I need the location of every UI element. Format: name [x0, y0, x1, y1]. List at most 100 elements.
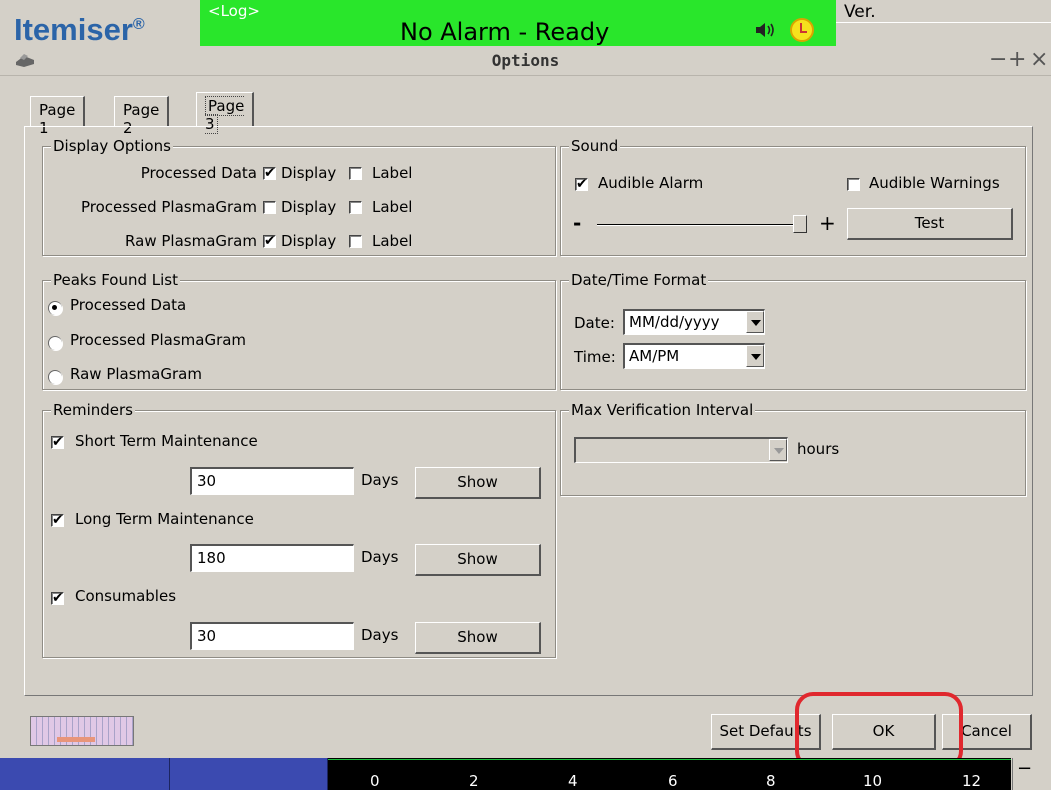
show-consumables-button[interactable]: Show — [415, 622, 541, 654]
time-label: Time: — [574, 348, 616, 366]
options-page: Display Options Processed Data Display L… — [24, 126, 1033, 696]
label-label[interactable]: Label — [372, 164, 412, 182]
show-short-term-button[interactable]: Show — [415, 467, 541, 499]
consumables-days-field[interactable]: 30 — [190, 622, 354, 650]
volume-slider-track[interactable] — [597, 224, 807, 226]
display-label[interactable]: Display — [281, 164, 336, 182]
volume-plus-label: + — [819, 211, 836, 235]
display-label[interactable]: Display — [281, 232, 336, 250]
peaks-processed-data-label[interactable]: Processed Data — [70, 296, 186, 314]
tick-label: 12 — [962, 772, 982, 790]
tick-label: 10 — [863, 772, 883, 790]
group-title: Max Verification Interval — [569, 401, 756, 419]
short-term-maintenance-checkbox[interactable] — [51, 433, 64, 451]
alarm-status-text: No Alarm - Ready — [400, 18, 610, 46]
group-title: Sound — [569, 137, 621, 155]
show-long-term-button[interactable]: Show — [415, 544, 541, 576]
consumables-label[interactable]: Consumables — [75, 587, 176, 605]
date-format-select[interactable]: MM/dd/yyyy — [623, 309, 765, 335]
graph-trace — [328, 759, 1011, 760]
display-raw-plasmagram-checkbox[interactable] — [263, 232, 276, 250]
short-term-days-field[interactable]: 30 — [190, 467, 354, 495]
long-term-maintenance-checkbox[interactable] — [51, 511, 64, 529]
tick-label: 6 — [668, 772, 678, 790]
audible-alarm-label[interactable]: Audible Alarm — [598, 174, 703, 192]
version-label: Ver. — [844, 2, 876, 22]
tick-label: 8 — [766, 772, 776, 790]
days-label: Days — [361, 471, 399, 489]
tab-page-1[interactable]: Page 1 — [30, 96, 86, 137]
version-panel: Ver. — [836, 0, 1051, 46]
chevron-down-icon[interactable] — [769, 439, 787, 461]
dialog-titlebar[interactable]: Options − + × — [0, 46, 1051, 76]
tick-label: 2 — [469, 772, 479, 790]
tab-page-2[interactable]: Page 2 — [114, 96, 170, 137]
group-title: Reminders — [51, 401, 135, 419]
row-label-raw-plasmagram: Raw PlasmaGram — [125, 232, 257, 250]
speaker-icon[interactable] — [755, 22, 777, 38]
peaks-raw-plasmagram-label[interactable]: Raw PlasmaGram — [70, 365, 202, 383]
hours-label: hours — [797, 440, 840, 458]
plasmagram-graph: 0 2 4 6 8 10 12 — [328, 758, 1011, 790]
label-label[interactable]: Label — [372, 198, 412, 216]
long-term-days-field[interactable]: 180 — [190, 544, 354, 572]
time-format-select[interactable]: AM/PM — [623, 343, 765, 369]
display-processed-data-checkbox[interactable] — [263, 164, 276, 182]
clock-icon[interactable] — [790, 18, 814, 42]
version-divider — [836, 22, 1051, 46]
chevron-down-icon[interactable] — [746, 345, 764, 367]
peaks-processed-plasmagram-label[interactable]: Processed PlasmaGram — [70, 331, 246, 349]
minimize-button[interactable]: − — [989, 47, 1007, 72]
close-button[interactable]: × — [1030, 47, 1048, 72]
short-term-maintenance-label[interactable]: Short Term Maintenance — [75, 432, 258, 450]
maximize-button[interactable]: + — [1008, 47, 1026, 72]
display-options-group: Display Options Processed Data Display L… — [42, 137, 556, 256]
brand-mark: ® — [132, 16, 145, 33]
dialog-title: Options — [491, 51, 560, 70]
verification-interval-group: Max Verification Interval hours — [560, 401, 1026, 496]
chevron-down-icon[interactable] — [746, 311, 764, 333]
log-tag[interactable]: <Log> — [208, 2, 260, 20]
verification-interval-select[interactable] — [574, 437, 788, 463]
zoom-out-button[interactable]: − — [1012, 758, 1036, 790]
keyboard-icon[interactable] — [30, 716, 134, 746]
group-title: Display Options — [51, 137, 173, 155]
audible-alarm-checkbox[interactable] — [575, 175, 588, 193]
row-label-processed-plasmagram: Processed PlasmaGram — [80, 198, 257, 216]
peaks-processed-plasmagram-radio[interactable] — [48, 336, 62, 350]
date-format-value: MM/dd/yyyy — [629, 313, 720, 331]
volume-minus-label: - — [573, 211, 582, 235]
audible-warnings-label[interactable]: Audible Warnings — [869, 174, 1000, 192]
brand-name: Itemiser — [14, 12, 133, 47]
audible-warnings-checkbox[interactable] — [847, 178, 860, 191]
tick-label: 4 — [568, 772, 578, 790]
label-label[interactable]: Label — [372, 232, 412, 250]
status-panel-left — [0, 758, 170, 790]
volume-slider-thumb[interactable] — [793, 215, 807, 233]
reminders-group: Reminders Short Term Maintenance 30 Days… — [42, 401, 556, 658]
peaks-found-group: Peaks Found List Processed Data Processe… — [42, 271, 556, 390]
label-raw-plasmagram-checkbox[interactable] — [349, 235, 362, 248]
days-label: Days — [361, 626, 399, 644]
alarm-status-bar[interactable]: <Log> No Alarm - Ready — [200, 0, 836, 46]
app-header: Itemiser® <Log> No Alarm - Ready Ver. — [0, 0, 1051, 47]
date-label: Date: — [574, 314, 615, 332]
peaks-raw-plasmagram-radio[interactable] — [48, 370, 62, 384]
tab-page-3[interactable]: Page 3 — [196, 92, 255, 134]
consumables-checkbox[interactable] — [51, 589, 64, 607]
test-sound-button[interactable]: Test — [847, 208, 1013, 240]
time-format-value: AM/PM — [629, 347, 680, 365]
bottom-graph-strip: 0 2 4 6 8 10 12 − — [0, 758, 1051, 790]
label-processed-plasmagram-checkbox[interactable] — [349, 201, 362, 214]
display-processed-plasmagram-checkbox[interactable] — [263, 201, 276, 214]
days-label: Days — [361, 548, 399, 566]
status-panel-middle — [170, 758, 328, 790]
display-label[interactable]: Display — [281, 198, 336, 216]
sound-group: Sound Audible Alarm Audible Warnings - +… — [560, 137, 1026, 256]
row-label-processed-data: Processed Data — [140, 164, 257, 182]
long-term-maintenance-label[interactable]: Long Term Maintenance — [75, 510, 254, 528]
peaks-processed-data-radio[interactable] — [48, 301, 62, 315]
group-title: Date/Time Format — [569, 271, 709, 289]
group-title: Peaks Found List — [51, 271, 180, 289]
label-processed-data-checkbox[interactable] — [349, 167, 362, 180]
